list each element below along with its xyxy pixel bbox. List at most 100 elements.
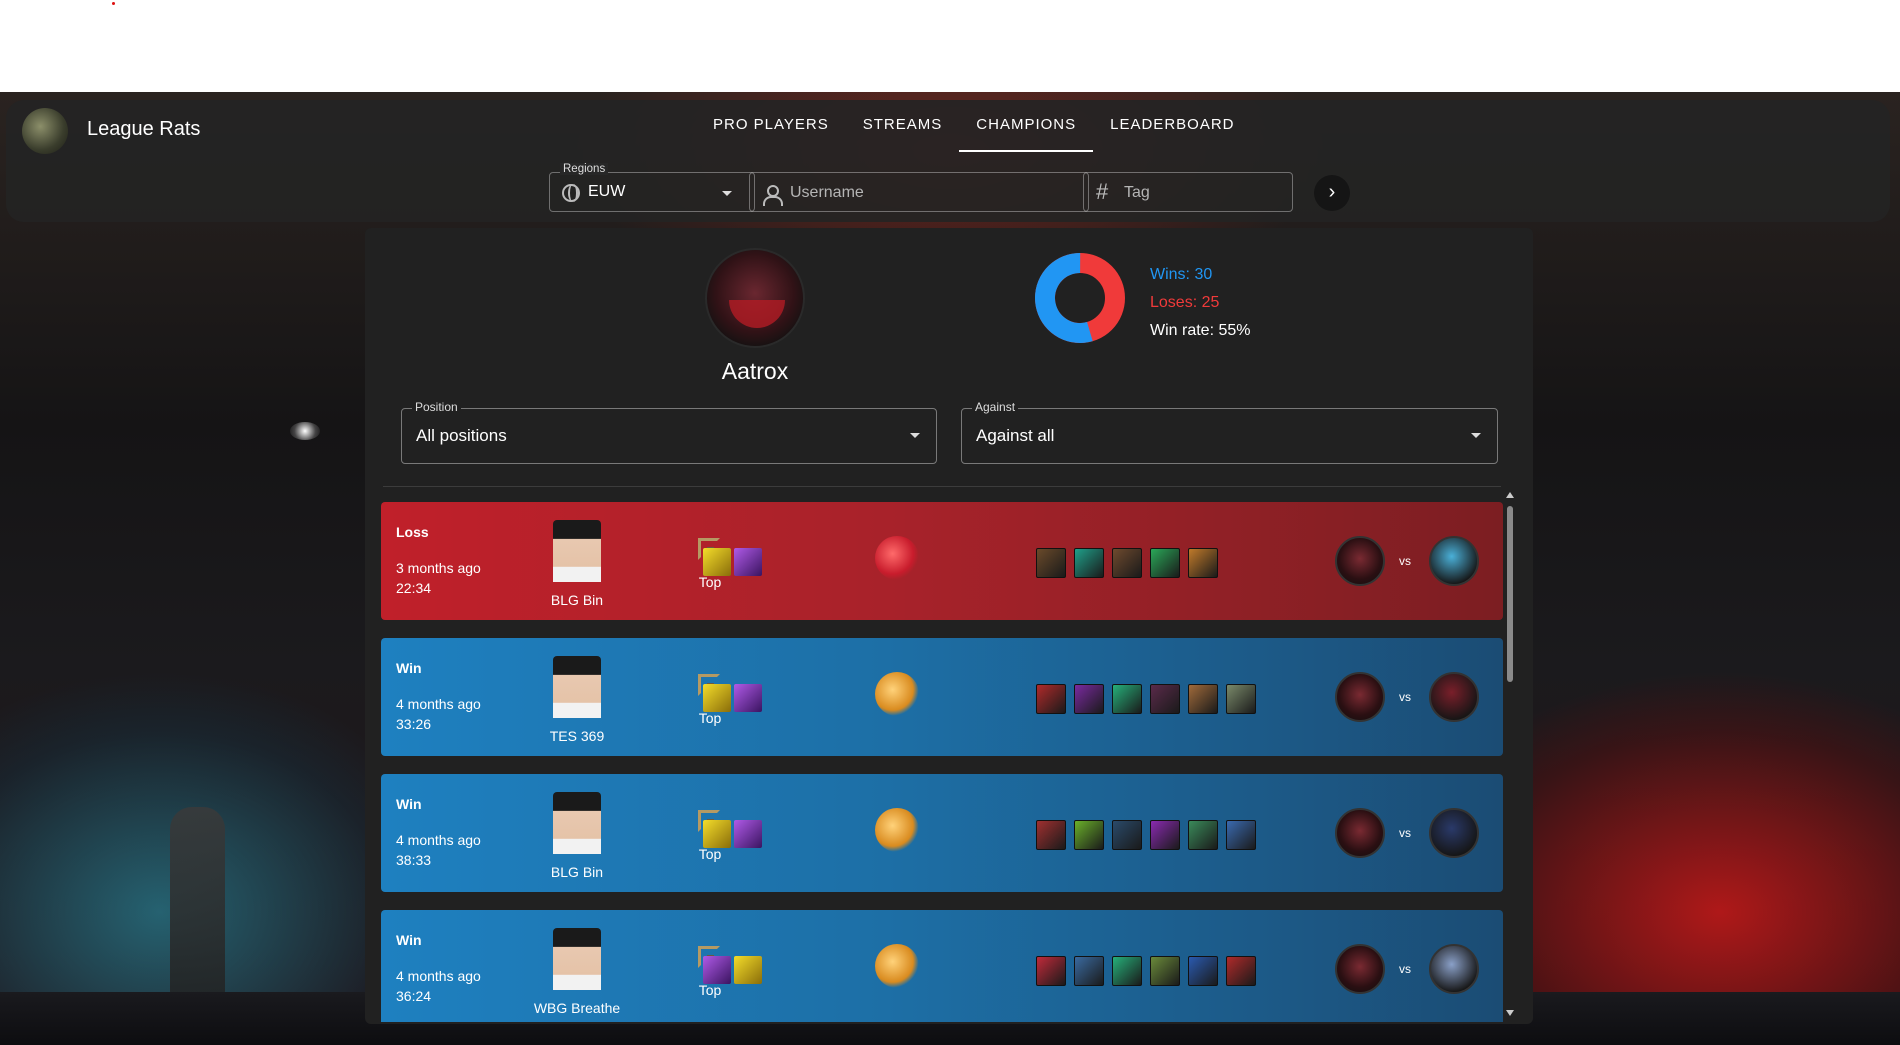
background-person — [170, 807, 225, 997]
chevron-down-icon — [1471, 433, 1481, 438]
own-champion-icon — [1335, 672, 1385, 722]
item-icon — [1188, 684, 1218, 714]
username-placeholder: Username — [790, 184, 864, 201]
flash-spell-icon — [703, 820, 731, 848]
opponent-champion-icon — [1429, 944, 1479, 994]
item-icon — [1036, 684, 1066, 714]
item-icon — [1112, 820, 1142, 850]
item-icon — [1112, 956, 1142, 986]
match-duration: 38:33 — [396, 852, 432, 868]
champion-stats: Wins: 30 Loses: 25 Win rate: 55% — [1150, 261, 1250, 345]
player-name[interactable]: WBG Breathe — [517, 1000, 637, 1016]
chevron-down-icon — [722, 191, 732, 196]
vs-label: vs — [1399, 962, 1411, 976]
match-duration: 22:34 — [396, 580, 432, 596]
flash-spell-icon — [734, 956, 762, 984]
item-icon — [1112, 684, 1142, 714]
player-photo — [553, 656, 601, 718]
username-input[interactable]: Username — [749, 172, 1089, 212]
top-navbar: League Rats PRO PLAYERS STREAMS CHAMPION… — [6, 100, 1890, 222]
chevron-down-icon — [910, 433, 920, 438]
vs-label: vs — [1399, 826, 1411, 840]
position-select[interactable]: Position All positions — [401, 400, 937, 464]
champion-avatar — [705, 248, 805, 348]
match-row[interactable]: Loss 3 months ago 22:34 BLG Bin Top vs — [381, 502, 1503, 620]
nav-streams[interactable]: STREAMS — [846, 117, 960, 152]
item-icon — [1188, 820, 1218, 850]
flash-spell-icon — [703, 548, 731, 576]
item-icon — [1150, 548, 1180, 578]
match-duration: 33:26 — [396, 716, 432, 732]
item-icon — [1074, 548, 1104, 578]
stage-light — [290, 422, 320, 440]
match-time-ago: 4 months ago — [396, 832, 481, 848]
position-label: Top — [698, 710, 722, 726]
chevron-right-icon: › — [1328, 181, 1336, 203]
scroll-thumb[interactable] — [1507, 506, 1513, 682]
match-time-ago: 3 months ago — [396, 560, 481, 576]
player-name[interactable]: BLG Bin — [517, 592, 637, 608]
app-logo[interactable] — [22, 108, 68, 154]
hash-icon: # — [1096, 179, 1109, 204]
player-name[interactable]: BLG Bin — [517, 864, 637, 880]
item-icon — [1036, 820, 1066, 850]
opponent-champion-icon — [1429, 672, 1479, 722]
match-row[interactable]: Win 4 months ago 36:24 WBG Breathe Top vs — [381, 910, 1503, 1022]
nav-pro-players[interactable]: PRO PLAYERS — [696, 117, 846, 152]
player-photo — [553, 928, 601, 990]
item-icon — [1188, 956, 1218, 986]
match-duration: 36:24 — [396, 988, 432, 1004]
tag-input[interactable]: # Tag — [1083, 172, 1293, 212]
item-icon — [1112, 548, 1142, 578]
match-result: Win — [396, 796, 422, 812]
match-list[interactable]: Loss 3 months ago 22:34 BLG Bin Top vs Win 4 mo… — [381, 502, 1503, 1022]
search-submit-button[interactable]: › — [1314, 175, 1350, 211]
position-label: Position — [412, 400, 461, 414]
item-icon — [1188, 548, 1218, 578]
match-row[interactable]: Win 4 months ago 38:33 BLG Bin Top vs — [381, 774, 1503, 892]
match-row[interactable]: Win 4 months ago 33:26 TES 369 Top vs — [381, 638, 1503, 756]
wins-count: Wins: 30 — [1150, 266, 1213, 283]
against-value: Against all — [976, 426, 1055, 445]
tag-placeholder: Tag — [1124, 184, 1150, 201]
flash-spell-icon — [703, 684, 731, 712]
app-title[interactable]: League Rats — [87, 118, 200, 141]
win-rate: Win rate: 55% — [1150, 322, 1251, 339]
keystone-rune-icon — [875, 672, 919, 716]
divider — [383, 486, 1501, 487]
keystone-rune-icon — [875, 944, 919, 988]
teleport-spell-icon — [734, 684, 762, 712]
scroll-down-icon[interactable] — [1506, 1010, 1514, 1016]
own-champion-icon — [1335, 808, 1385, 858]
against-select[interactable]: Against Against all — [961, 400, 1498, 464]
item-icon — [1150, 820, 1180, 850]
nav-leaderboard[interactable]: LEADERBOARD — [1093, 117, 1251, 152]
item-build — [1036, 548, 1226, 578]
stray-dot — [112, 2, 115, 5]
nav-champions[interactable]: CHAMPIONS — [959, 117, 1093, 152]
item-icon — [1226, 684, 1256, 714]
keystone-rune-icon — [875, 536, 919, 580]
player-photo — [553, 520, 601, 582]
scroll-up-icon[interactable] — [1506, 492, 1514, 498]
match-list-scrollbar[interactable] — [1503, 492, 1517, 1016]
item-icon — [1074, 820, 1104, 850]
teleport-spell-icon — [734, 548, 762, 576]
region-select[interactable]: Regions EUW — [549, 163, 755, 212]
teleport-spell-icon — [703, 956, 731, 984]
position-label: Top — [698, 574, 722, 590]
champion-panel: Aatrox Wins: 30 Loses: 25 Win rate: 55% … — [365, 228, 1533, 1024]
donut-hole — [1056, 274, 1104, 322]
player-photo — [553, 792, 601, 854]
champion-name: Aatrox — [721, 358, 789, 384]
item-icon — [1150, 956, 1180, 986]
item-icon — [1074, 956, 1104, 986]
position-label: Top — [698, 846, 722, 862]
position-value: All positions — [416, 426, 507, 445]
match-time-ago: 4 months ago — [396, 696, 481, 712]
player-name[interactable]: TES 369 — [517, 728, 637, 744]
keystone-rune-icon — [875, 808, 919, 852]
item-build — [1036, 956, 1264, 986]
vs-label: vs — [1399, 690, 1411, 704]
item-icon — [1226, 820, 1256, 850]
